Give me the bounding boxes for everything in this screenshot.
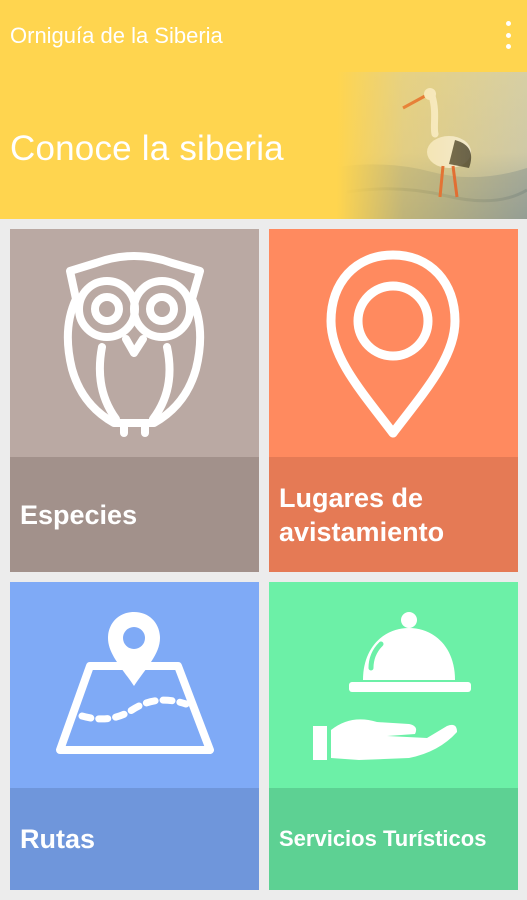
owl-icon: [63, 252, 205, 437]
tile-servicios-turisticos[interactable]: Servicios Turísticos: [269, 582, 518, 890]
tile-label-band: Especies: [10, 457, 259, 572]
stork-photo: [337, 72, 527, 219]
hero-banner: Conoce la siberia: [0, 72, 527, 219]
header: Orniguía de la Siberia Conoce la siberia: [0, 0, 527, 219]
more-vertical-icon[interactable]: [503, 21, 513, 49]
tile-rutas[interactable]: Rutas: [10, 582, 259, 890]
serving-cloche-icon: [313, 612, 471, 760]
tile-icon-area: [10, 229, 259, 457]
tile-label: Especies: [20, 499, 138, 530]
tile-icon-area: [269, 582, 518, 788]
tile-label: Lugares de avistamiento: [279, 482, 445, 547]
tile-label: Servicios Turísticos: [279, 826, 487, 851]
tile-especies[interactable]: Especies: [10, 229, 259, 572]
app-title: Orniguía de la Siberia: [10, 23, 223, 48]
tile-label: Rutas: [20, 824, 96, 854]
tile-icon-area: [10, 582, 259, 788]
tile-lugares-de-avistamiento[interactable]: Lugares de avistamiento: [269, 229, 518, 572]
tile-icon-area: [269, 229, 518, 457]
hero-title: Conoce la siberia: [10, 129, 284, 168]
tile-label-band: Lugares de avistamiento: [269, 457, 518, 572]
location-pin-icon: [326, 250, 460, 438]
map-route-icon: [56, 612, 214, 754]
tile-label-band: Servicios Turísticos: [269, 788, 518, 890]
tile-label-band: Rutas: [10, 788, 259, 890]
